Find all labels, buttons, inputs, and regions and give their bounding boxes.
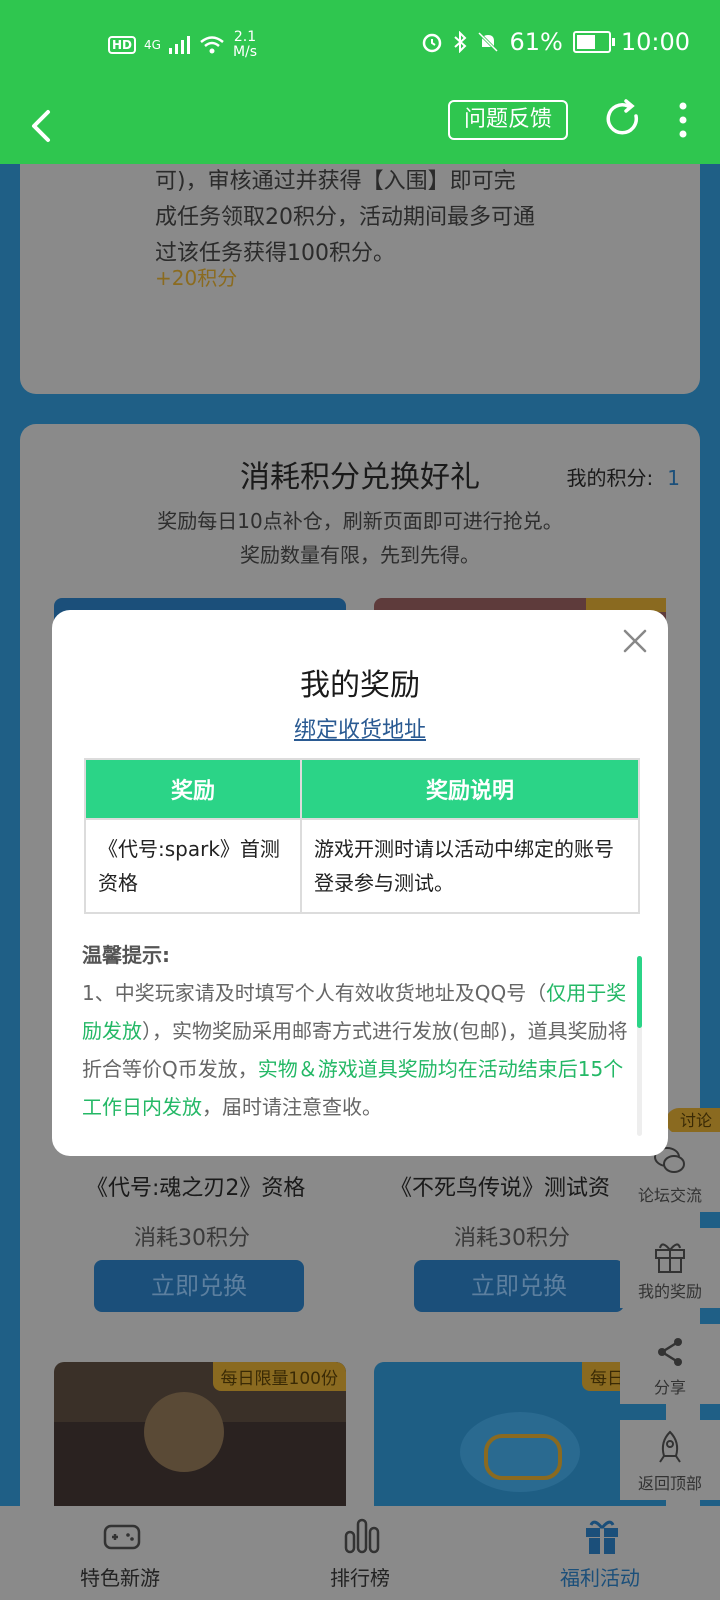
forum-badge: 讨论 [666,1108,720,1134]
gamepad-icon [103,1524,141,1550]
side-item-label: 返回顶部 [637,1474,702,1493]
tab-label: 特色新游 [80,1566,160,1590]
reward-desc: 游戏开测时请以活动中绑定的账号登录参与测试。 [300,818,640,914]
tab-benefits[interactable]: 福利活动 [500,1506,700,1600]
bind-address-link[interactable]: 绑定收货地址 [52,712,668,744]
tips-text: 1、中奖玩家请及时填写个人有效收货地址及QQ号（仅用于奖励发放），实物奖励采用邮… [82,974,630,1126]
side-item-share[interactable]: 分享 [620,1324,720,1404]
product-cost: 消耗30积分 [454,1226,570,1251]
clock: 10:00 [620,28,690,56]
table-header: 奖励说明 [300,758,640,820]
reward-name: 《代号:spark》首测资格 [84,818,302,914]
scrollbar-thumb[interactable] [637,956,642,1028]
gamepad-icon [484,1434,562,1480]
side-item-label: 分享 [653,1378,686,1397]
rewards-table: 奖励 奖励说明 《代号:spark》首测资格 游戏开测时请以活动中绑定的账号登录… [84,758,640,914]
tab-bar: 特色新游 排行榜 福利活动 [0,1506,720,1600]
share-icon [658,1338,682,1366]
product-image[interactable]: 每日限量100份 [54,1362,346,1522]
rewards-dialog: 我的奖励 绑定收货地址 奖励 奖励说明 《代号:spark》首测资格 游戏开测时… [52,610,668,1156]
tips-text-part: ，届时请注意查收。 [202,1095,382,1119]
signal-icon [168,36,190,54]
status-bar: HD 4G 2.1 M/s 61% 10:00 [0,0,720,90]
tab-rankings[interactable]: 排行榜 [260,1506,460,1600]
close-icon[interactable] [620,626,650,656]
tips-title: 温馨提示: [82,943,170,967]
side-item-label: 我的奖励 [637,1282,702,1301]
battery-percent: 61% [509,28,563,56]
feedback-button[interactable]: 问题反馈 [448,100,568,140]
side-item-label: 论坛交流 [637,1186,702,1205]
tab-label: 福利活动 [560,1566,640,1590]
tips-section: 温馨提示: 1、中奖玩家请及时填写个人有效收货地址及QQ号（仅用于奖励发放），实… [82,936,630,1126]
my-points: 我的积分: 1 [567,462,680,491]
task-description: 可)，审核通过并获得【入围】即可完成任务领取20积分，活动期间最多可通过该任务获… [155,169,535,266]
tab-new-games[interactable]: 特色新游 [20,1506,220,1600]
product-cost: 消耗30积分 [134,1226,250,1251]
exchange-desc: 奖励每日10点补仓，刷新页面即可进行抢兑。 奖励数量有限，先到先得。 [20,504,700,572]
more-icon[interactable] [668,100,698,140]
product-name: 《代号:魂之刃2》资格 [86,1176,306,1201]
my-points-value: 1 [667,466,680,490]
table-header-row: 奖励 奖励说明 [84,758,640,820]
bar-chart-icon [344,1518,380,1554]
game-art-character [144,1392,224,1472]
side-item-back-to-top[interactable]: 返回顶部 [620,1420,720,1500]
dialog-title: 我的奖励 [300,668,420,703]
bluetooth-icon [454,31,467,53]
task-points: +20积分 [155,266,238,290]
wifi-icon [200,36,224,54]
battery-fill [576,35,595,49]
mute-bell-icon [478,31,499,53]
status-right: 61% 10:00 [421,28,690,56]
dialog-scrollbar[interactable] [637,956,642,1136]
alarm-icon [423,33,442,53]
tab-label: 排行榜 [330,1566,390,1590]
task-card: 可)，审核通过并获得【入围】即可完成任务领取20积分，活动期间最多可通过该任务获… [20,164,700,394]
status-left: HD 4G 2.1 M/s [108,30,257,60]
exchange-desc-line2: 奖励数量有限，先到先得。 [240,543,480,567]
refresh-icon[interactable] [604,98,644,142]
gift-icon [586,1520,618,1554]
hd-indicator: HD [108,36,137,54]
exchange-desc-line1: 奖励每日10点补仓，刷新页面即可进行抢兑。 [157,509,563,533]
rocket-icon [659,1430,681,1463]
redeem-button[interactable]: 立即兑换 [94,1260,304,1312]
network-type: 4G [144,38,161,52]
speed-unit: M/s [232,44,258,60]
tips-text-part: 1、中奖玩家请及时填写个人有效收货地址及QQ号（ [82,981,547,1005]
battery-icon [572,31,615,53]
table-row: 《代号:spark》首测资格 游戏开测时请以活动中绑定的账号登录参与测试。 [84,818,640,914]
gift-icon [655,1243,685,1273]
redeem-button[interactable]: 立即兑换 [414,1260,624,1312]
speed-value: 2.1 [233,29,257,45]
app-bar: 问题反馈 [0,90,720,164]
my-points-label: 我的积分: [566,466,654,490]
side-item-rewards[interactable]: 我的奖励 [620,1228,720,1308]
table-header: 奖励 [84,758,302,820]
back-icon[interactable] [20,104,64,148]
limit-badge: 每日限量100份 [212,1362,346,1391]
network-speed: 2.1 M/s [233,30,257,60]
